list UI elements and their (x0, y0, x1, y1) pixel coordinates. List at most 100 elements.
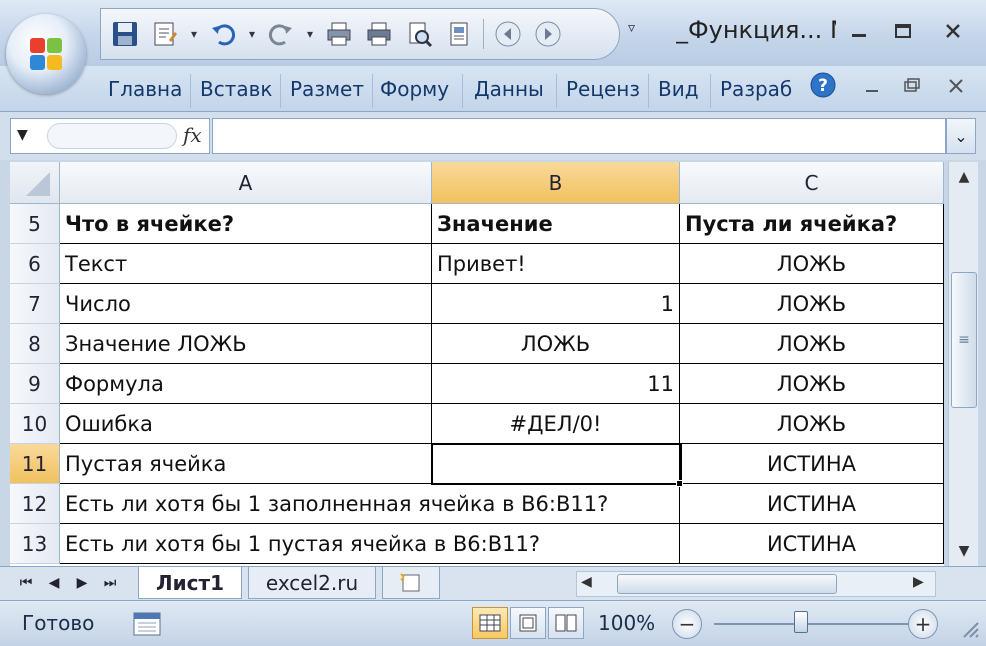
last-sheet-button[interactable]: ⏭ (98, 571, 122, 595)
table-cell[interactable]: ЛОЖЬ (680, 404, 944, 444)
quick-print-button[interactable] (321, 16, 357, 52)
worksheet-grid[interactable]: A B C 5 Что в ячейке? Значение Пуста ли … (10, 162, 944, 566)
help-button[interactable]: ? (810, 72, 836, 98)
tab-developer[interactable]: Разраб (720, 76, 796, 110)
scroll-thumb[interactable]: ≡ (951, 272, 977, 408)
redo-button[interactable] (263, 16, 299, 52)
column-header-c[interactable]: C (680, 162, 944, 204)
scroll-down-button[interactable]: ▼ (949, 536, 979, 566)
row-header[interactable]: 7 (10, 284, 60, 324)
table-cell[interactable]: #ДЕЛ/0! (432, 404, 680, 444)
insert-function-button[interactable]: fx (183, 123, 202, 147)
table-cell[interactable]: Значение (432, 204, 680, 244)
table-cell[interactable]: ЛОЖЬ (680, 284, 944, 324)
table-cell[interactable]: Есть ли хотя бы 1 заполненная ячейка в B… (60, 484, 680, 524)
back-button[interactable] (490, 16, 526, 52)
tab-review[interactable]: Реценз (566, 76, 642, 110)
tab-formulas[interactable]: Форму (380, 76, 456, 110)
table-cell[interactable]: Текст (60, 244, 432, 284)
chevron-down-icon[interactable]: ▾ (187, 16, 201, 52)
table-cell[interactable]: ЛОЖЬ (680, 244, 944, 284)
table-cell[interactable]: ИСТИНА (680, 484, 944, 524)
workbook-close-button[interactable] (946, 76, 966, 96)
undo-button[interactable] (205, 16, 241, 52)
forward-button[interactable] (530, 16, 566, 52)
tab-home[interactable]: Главна (108, 76, 184, 110)
next-sheet-button[interactable]: ▶ (70, 571, 94, 595)
minimize-button[interactable] (836, 10, 882, 52)
row-header[interactable]: 8 (10, 324, 60, 364)
table-cell[interactable]: Привет! (432, 244, 680, 284)
select-all-button[interactable] (10, 162, 60, 204)
customize-toolbar-icon[interactable]: ▿ (628, 20, 635, 36)
table-cell[interactable]: Значение ЛОЖЬ (60, 324, 432, 364)
office-button[interactable] (6, 14, 86, 94)
tab-insert[interactable]: Вставк (200, 76, 272, 110)
name-box-slider[interactable] (47, 123, 177, 149)
table-cell[interactable]: Что в ячейке? (60, 204, 432, 244)
expand-formula-bar-button[interactable]: ⌄ (946, 118, 976, 154)
maximize-button[interactable] (880, 10, 926, 52)
row-header[interactable]: 11 (10, 444, 60, 484)
table-cell[interactable]: ИСТИНА (680, 524, 944, 564)
table-cell[interactable]: Формула (60, 364, 432, 404)
table-cell[interactable]: ЛОЖЬ (680, 324, 944, 364)
table-cell[interactable]: ЛОЖЬ (680, 364, 944, 404)
name-box[interactable]: ▼ fx (10, 118, 210, 154)
formula-input[interactable] (212, 118, 946, 154)
first-sheet-button[interactable]: ⏮ (14, 571, 38, 595)
table-cell[interactable]: Есть ли хотя бы 1 пустая ячейка в B6:B11… (60, 524, 680, 564)
print-button[interactable] (361, 16, 397, 52)
row-header[interactable]: 5 (10, 204, 60, 244)
sheet-tab-list1[interactable]: Лист1 (138, 567, 242, 599)
table-cell[interactable]: 1 (432, 284, 680, 324)
chevron-down-icon[interactable]: ▾ (303, 16, 317, 52)
ribbon-restore-button[interactable] (902, 76, 922, 96)
table-cell[interactable]: Число (60, 284, 432, 324)
zoom-level[interactable]: 100% (598, 611, 655, 635)
tab-page-layout[interactable]: Размет (290, 76, 364, 110)
zoom-out-button[interactable]: − (672, 609, 702, 639)
print-preview-button[interactable] (147, 16, 183, 52)
row-header[interactable]: 13 (10, 524, 60, 564)
sheet-tab-excel2[interactable]: excel2.ru (248, 567, 376, 599)
tab-data[interactable]: Данны (474, 76, 550, 110)
insert-sheet-button[interactable] (382, 567, 440, 599)
open-button[interactable] (441, 16, 477, 52)
normal-view-button[interactable] (472, 607, 508, 639)
table-cell[interactable]: Пустая ячейка (60, 444, 432, 484)
resize-grip[interactable] (958, 617, 980, 639)
triangle-right-icon[interactable]: ▶ (913, 574, 924, 590)
table-cell[interactable]: Пуста ли ячейка? (680, 204, 944, 244)
scroll-up-button[interactable]: ▲ (949, 162, 979, 192)
spelling-button[interactable] (401, 16, 437, 52)
scroll-thumb[interactable] (617, 574, 837, 594)
chevron-down-icon[interactable]: ▼ (17, 127, 28, 143)
close-button[interactable] (930, 10, 976, 52)
table-cell[interactable]: Ошибка (60, 404, 432, 444)
triangle-left-icon[interactable]: ◀ (581, 574, 592, 590)
fill-handle[interactable] (676, 480, 683, 487)
save-button[interactable] (107, 16, 143, 52)
vertical-scrollbar[interactable]: ▲ ≡ ▼ (948, 162, 978, 566)
zoom-slider-track[interactable] (714, 623, 910, 625)
record-macro-button[interactable] (130, 609, 164, 639)
chevron-down-icon[interactable]: ▾ (245, 16, 259, 52)
zoom-in-button[interactable]: + (908, 609, 938, 639)
column-header-a[interactable]: A (60, 162, 432, 204)
row-header[interactable]: 12 (10, 484, 60, 524)
table-cell[interactable]: ЛОЖЬ (432, 324, 680, 364)
row-header[interactable]: 9 (10, 364, 60, 404)
row-header[interactable]: 6 (10, 244, 60, 284)
tab-view[interactable]: Вид (658, 76, 704, 110)
page-break-view-button[interactable] (548, 607, 584, 639)
column-header-b[interactable]: B (432, 162, 680, 204)
page-layout-view-button[interactable] (510, 607, 546, 639)
table-cell[interactable]: 11 (432, 364, 680, 404)
table-cell[interactable]: ИСТИНА (680, 444, 944, 484)
horizontal-scrollbar[interactable]: ◀ ▶ (576, 571, 936, 597)
ribbon-minimize-button[interactable] (862, 78, 882, 98)
row-header[interactable]: 10 (10, 404, 60, 444)
zoom-slider-thumb[interactable] (794, 611, 808, 633)
prev-sheet-button[interactable]: ◀ (42, 571, 66, 595)
